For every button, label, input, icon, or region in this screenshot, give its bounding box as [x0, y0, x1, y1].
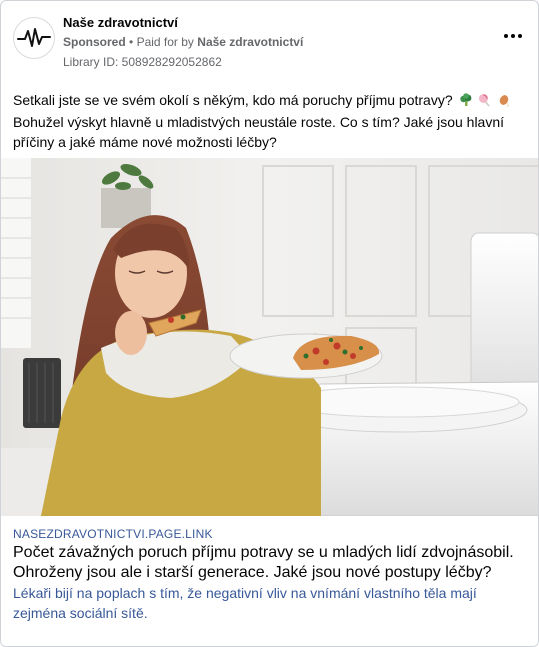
separator-dot: • [129, 35, 137, 49]
woman-eating-pizza-photo [1, 158, 538, 516]
paid-for-prefix: Paid for by [136, 35, 194, 49]
ad-card: Naše zdravotnictví Sponsored • Paid for … [0, 0, 539, 647]
broccoli-emoji-icon [459, 92, 473, 112]
ad-body-text: Setkali jste se ve svém okolí s někým, k… [13, 90, 528, 152]
library-id: Library ID: 508928292052862 [63, 55, 222, 69]
page-name[interactable]: Naše zdravotnictví [63, 15, 178, 30]
link-description[interactable]: Lékaři bijí na poplach s tím, že negativ… [13, 583, 528, 623]
page-avatar[interactable] [13, 17, 55, 59]
body-text-line1: Setkali jste se ve svém okolí s někým, k… [13, 92, 453, 108]
lollipop-emoji-icon [478, 92, 492, 112]
body-text-rest: Bohužel výskyt hlavně u mladistvých neus… [13, 114, 505, 150]
link-title[interactable]: Počet závažných poruch příjmu potravy se… [13, 543, 528, 583]
more-options-icon [504, 34, 508, 38]
sponsor-line: Sponsored • Paid for by Naše zdravotnict… [63, 35, 303, 49]
chicken-leg-emoji-icon [498, 92, 512, 112]
link-card[interactable]: NASEZDRAVOTNICTVI.PAGE.LINK Počet závažn… [1, 516, 538, 646]
pulse-line-icon [17, 28, 51, 47]
more-options-dot [518, 34, 522, 38]
paid-for-name[interactable]: Naše zdravotnictví [197, 35, 303, 49]
more-options-button[interactable] [504, 29, 528, 43]
ad-header: Naše zdravotnictví Sponsored • Paid for … [13, 13, 528, 73]
ad-image[interactable] [1, 158, 538, 516]
link-domain[interactable]: NASEZDRAVOTNICTVI.PAGE.LINK [13, 527, 213, 541]
more-options-dot [511, 34, 515, 38]
sponsored-label: Sponsored [63, 35, 126, 49]
